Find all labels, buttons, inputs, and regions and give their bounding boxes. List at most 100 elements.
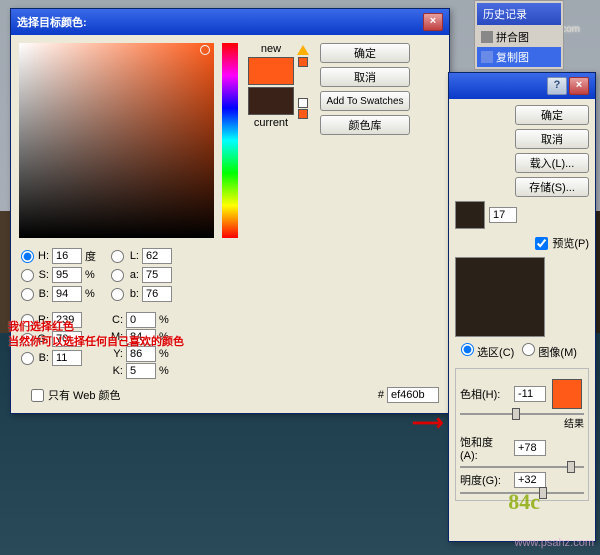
mode-img-radio[interactable] <box>522 343 535 356</box>
close-icon[interactable]: × <box>569 77 589 95</box>
mode-sel-label: 选区(C) <box>477 347 514 359</box>
preview-row[interactable]: 预览(P) <box>455 233 589 253</box>
history-item-1[interactable]: 复制图 <box>477 47 561 67</box>
history-item-label: 拼合图 <box>496 29 529 45</box>
b-radio[interactable] <box>21 352 34 365</box>
l-label: L: <box>127 250 139 262</box>
help-icon[interactable]: ? <box>547 77 567 95</box>
result-swatch[interactable] <box>552 379 582 409</box>
websafe-swatch[interactable] <box>298 109 308 119</box>
new-current-column: new current <box>246 43 296 238</box>
preview-label: 预览(P) <box>552 235 589 251</box>
color-library-button[interactable]: 颜色库 <box>320 115 410 135</box>
replace-color-dialog: ? × 确定 取消 载入(L)... 存储(S)... 预览(P) 选区(C) … <box>448 72 596 542</box>
s-input[interactable] <box>52 267 82 283</box>
history-tab[interactable]: 历史记录 <box>477 3 561 25</box>
sat-thumb[interactable] <box>567 461 575 473</box>
b2-radio[interactable] <box>111 288 124 301</box>
new-label: new <box>246 43 296 55</box>
save-button[interactable]: 存储(S)... <box>515 177 589 197</box>
bv-radio[interactable] <box>21 288 34 301</box>
hue-input[interactable] <box>514 386 546 402</box>
h-input[interactable] <box>52 248 82 264</box>
mode-img-label: 图像(M) <box>538 347 577 359</box>
replace-titlebar[interactable]: ? × <box>449 73 595 99</box>
color-field-marker <box>200 45 210 55</box>
h-radio[interactable] <box>21 250 34 263</box>
a-label: a: <box>127 269 139 281</box>
h-unit: 度 <box>85 248 99 264</box>
h-label: H: <box>37 250 49 262</box>
annotation-line2: 当然你可以选择任何自己喜欢的颜色 <box>8 335 184 350</box>
s-label: S: <box>37 269 49 281</box>
selection-preview <box>455 257 545 337</box>
ok-button[interactable]: 确定 <box>515 105 589 125</box>
bv-input[interactable] <box>52 286 82 302</box>
a-radio[interactable] <box>111 269 124 282</box>
color-picker-title: 选择目标颜色: <box>17 14 87 30</box>
mode-selection[interactable]: 选区(C) <box>461 343 514 360</box>
b2-input[interactable] <box>142 286 172 302</box>
replacement-group: 色相(H): 结果 饱和度(A): 明度(G): <box>455 368 589 501</box>
hue-label: 色相(H): <box>460 386 508 402</box>
s-unit: % <box>85 269 99 281</box>
sample-swatch[interactable] <box>455 201 485 229</box>
bv-label: B: <box>37 288 49 300</box>
l-radio[interactable] <box>111 250 124 263</box>
mode-image[interactable]: 图像(M) <box>522 343 577 360</box>
web-only-row[interactable]: 只有 Web 颜色 <box>21 385 131 405</box>
light-input[interactable] <box>514 472 546 488</box>
k-label: K: <box>111 365 123 377</box>
preview-checkbox[interactable] <box>535 237 548 250</box>
light-label: 明度(G): <box>460 472 508 488</box>
b2-label: b: <box>127 288 139 300</box>
s-radio[interactable] <box>21 269 34 282</box>
add-swatch-button[interactable]: Add To Swatches <box>320 91 410 111</box>
layer-icon <box>481 51 493 63</box>
result-label: 结果 <box>460 415 584 430</box>
history-item-0[interactable]: 拼合图 <box>477 27 561 47</box>
sat-input[interactable] <box>514 440 546 456</box>
annotation-text: 我们选择红色 当然你可以选择任何自己喜欢的颜色 <box>8 320 184 351</box>
cancel-button[interactable]: 取消 <box>515 129 589 149</box>
load-button[interactable]: 载入(L)... <box>515 153 589 173</box>
b-label: B: <box>37 352 49 364</box>
websafe-warning-icon[interactable] <box>298 98 308 108</box>
k-input[interactable] <box>126 363 156 379</box>
color-field[interactable] <box>19 43 214 238</box>
new-color-swatch <box>248 57 294 85</box>
hue-slider[interactable] <box>222 43 238 238</box>
color-picker-dialog: 选择目标颜色: × new current 确定 取消 Add To Swatc… <box>10 8 450 414</box>
light-thumb[interactable] <box>539 487 547 499</box>
gamut-warning-icon[interactable] <box>297 45 309 55</box>
sat-label: 饱和度(A): <box>460 434 508 462</box>
web-only-label: 只有 Web 颜色 <box>48 387 121 403</box>
gamut-swatch[interactable] <box>298 57 308 67</box>
color-picker-titlebar[interactable]: 选择目标颜色: × <box>11 9 449 35</box>
current-color-swatch <box>248 87 294 115</box>
mode-sel-radio[interactable] <box>461 343 474 356</box>
b-input[interactable] <box>52 350 82 366</box>
l-input[interactable] <box>142 248 172 264</box>
sat-slider[interactable] <box>460 466 584 468</box>
k-unit: % <box>159 365 173 377</box>
history-palette: 历史记录 拼合图 复制图 <box>474 0 564 70</box>
bv-unit: % <box>85 288 99 300</box>
cancel-button[interactable]: 取消 <box>320 67 410 87</box>
annotation-arrow: ⟶ <box>412 410 444 436</box>
hex-input[interactable] <box>387 387 439 403</box>
hue-thumb[interactable] <box>512 408 520 420</box>
hue-slider[interactable] <box>460 413 584 415</box>
web-only-checkbox[interactable] <box>31 389 44 402</box>
layer-icon <box>481 31 493 43</box>
fuzziness-input[interactable] <box>489 207 517 223</box>
ok-button[interactable]: 确定 <box>320 43 410 63</box>
corner-watermark: www.psahz.com <box>515 537 594 549</box>
close-icon[interactable]: × <box>423 13 443 31</box>
current-label: current <box>246 117 296 129</box>
a-input[interactable] <box>142 267 172 283</box>
hex-prefix: # <box>378 389 384 401</box>
annotation-line1: 我们选择红色 <box>8 320 184 335</box>
color-picker-buttons: 确定 取消 Add To Swatches 颜色库 <box>310 43 410 238</box>
author-watermark: 84c <box>508 489 540 515</box>
